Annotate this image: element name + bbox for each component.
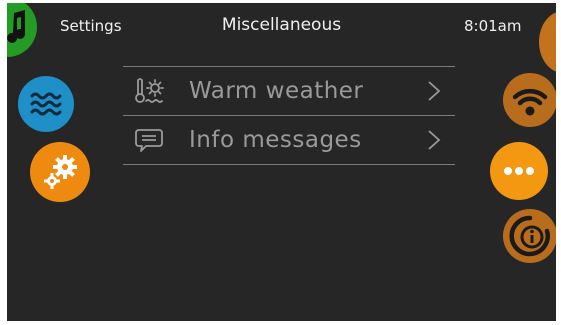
settings-menu: Warm weather Info messages xyxy=(123,66,455,165)
chevron-right-icon xyxy=(428,81,441,101)
water-waves-icon xyxy=(30,92,62,116)
wifi-icon xyxy=(512,88,548,116)
more-button[interactable] xyxy=(490,142,548,200)
clock-time: 8:01am xyxy=(464,17,522,35)
info-button[interactable] xyxy=(503,209,556,263)
wifi-button[interactable] xyxy=(503,73,556,127)
more-dots-icon xyxy=(504,167,534,175)
menu-item-warm-weather[interactable]: Warm weather xyxy=(123,67,455,115)
settings-button[interactable] xyxy=(30,142,90,202)
menu-divider xyxy=(123,164,455,165)
menu-item-label: Info messages xyxy=(189,127,362,153)
spa-control-screen: Settings Miscellaneous 8:01am Warm weath… xyxy=(7,3,556,321)
menu-item-label: Warm weather xyxy=(189,78,364,104)
thermometer-sun-icon xyxy=(135,78,164,103)
gears-icon xyxy=(44,155,77,189)
music-button[interactable] xyxy=(7,3,37,57)
message-bubble-icon xyxy=(135,129,163,152)
menu-item-info-messages[interactable]: Info messages xyxy=(123,116,455,164)
water-button[interactable] xyxy=(18,76,74,132)
chevron-right-icon xyxy=(428,130,441,150)
music-note-icon xyxy=(7,10,26,43)
info-icon xyxy=(509,215,550,257)
